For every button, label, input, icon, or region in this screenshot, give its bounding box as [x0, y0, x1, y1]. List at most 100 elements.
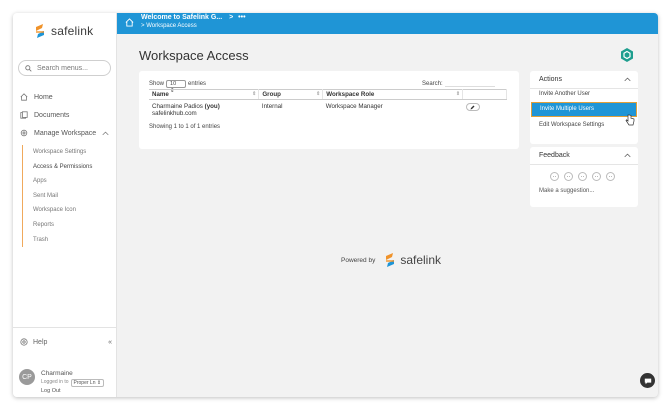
logged-in-label: Logged in to: [41, 379, 69, 385]
column-header-group[interactable]: Group ⇕: [258, 89, 324, 100]
table-search-label: Search:: [422, 80, 443, 87]
table-header-row: Name ⇕ Group ⇕ Workspace Role ⇕: [149, 89, 507, 100]
breadcrumb-workspace[interactable]: Welcome to Safelink G... > •••: [141, 14, 246, 21]
table-info: Showing 1 to 1 of 1 entries: [149, 124, 221, 130]
menu-search[interactable]: [18, 60, 111, 76]
sidebar-subitem-sent-mail[interactable]: Sent Mail: [23, 189, 92, 204]
cell-actions: [463, 100, 507, 121]
safelink-logo-icon: [36, 24, 44, 38]
face-very-happy-icon[interactable]: [606, 172, 615, 181]
help-row: Help «: [20, 338, 112, 346]
sidebar-subitem-apps[interactable]: Apps: [23, 174, 92, 189]
powered-by-brand: safelink: [400, 253, 442, 267]
rating-faces: [550, 172, 615, 181]
edit-user-button[interactable]: [465, 103, 480, 111]
face-sad-icon[interactable]: [564, 172, 573, 181]
face-very-sad-icon[interactable]: [550, 172, 559, 181]
breadcrumb-more[interactable]: •••: [238, 14, 245, 21]
sidebar-item-label: Home: [34, 93, 53, 101]
breadcrumb-separator: >: [141, 23, 145, 29]
user-panel: CP Charmaine Logged in to Proper Ln ⇕ Lo…: [19, 369, 105, 396]
home-icon: [20, 93, 28, 101]
user-email: safelinkhub.com: [152, 110, 197, 117]
sort-icon: ⇕: [455, 91, 461, 97]
sort-icon: ⇕: [252, 91, 257, 97]
column-header-role[interactable]: Workspace Role ⇕: [322, 89, 464, 100]
invite-multiple-users-link[interactable]: Invite Multiple Users: [531, 102, 637, 117]
help-icon: [20, 338, 28, 346]
pencil-icon: [470, 105, 475, 109]
table-search-input[interactable]: [444, 80, 495, 87]
sidebar-item-label: Documents: [34, 111, 70, 119]
app-window: safelink Home Documents Manage Workspace…: [13, 13, 658, 397]
sidebar-subitem-workspace-settings[interactable]: Workspace Settings: [23, 145, 92, 160]
sidebar-subitem-reports[interactable]: Reports: [23, 218, 92, 233]
manage-workspace-submenu: Workspace Settings Access & Permissions …: [22, 145, 92, 248]
search-input[interactable]: [37, 64, 107, 72]
actions-header[interactable]: Actions: [539, 76, 631, 83]
entries-label: entries: [188, 81, 207, 87]
cell-role: Workspace Manager: [323, 100, 463, 121]
documents-icon: [20, 111, 28, 119]
column-header-label: Group: [262, 91, 281, 98]
actions-title: Actions: [539, 76, 562, 83]
make-suggestion-link[interactable]: Make a suggestion...: [539, 188, 594, 194]
sidebar-item-home[interactable]: Home: [20, 93, 53, 101]
sidebar-divider: [13, 327, 116, 328]
user-name: Charmaine: [41, 370, 73, 377]
access-table: Name ⇕ Group ⇕ Workspace Role ⇕ Charmaine P…: [149, 89, 507, 120]
actions-card: Actions Invite Another User Invite Multi…: [530, 71, 638, 144]
feedback-header[interactable]: Feedback: [539, 152, 631, 159]
avatar[interactable]: CP: [19, 369, 35, 385]
powered-by: Powered by safelink: [341, 252, 441, 268]
brand-logo[interactable]: safelink: [33, 23, 93, 39]
sidebar-subitem-workspace-icon[interactable]: Workspace Icon: [23, 203, 92, 218]
table-search: Search:: [422, 80, 495, 87]
workspace-hex-icon[interactable]: [620, 47, 634, 63]
chevron-up-icon: [624, 153, 631, 158]
hand-cursor-icon: [625, 114, 635, 126]
safelink-logo-icon: [386, 253, 395, 267]
gear-icon: [20, 129, 28, 137]
user-info: Charmaine Logged in to Proper Ln ⇕ Log O…: [41, 369, 105, 396]
breadcrumb-current: > Workspace Access: [141, 23, 197, 29]
powered-by-label: Powered by: [341, 256, 376, 264]
edit-workspace-settings-link[interactable]: Edit Workspace Settings: [539, 122, 604, 128]
sort-icon: ⇕: [316, 91, 321, 97]
cell-name: Charmaine Padios (you) safelinkhub.com: [149, 100, 259, 121]
column-header-label: Workspace Role: [326, 91, 375, 98]
invite-another-user-link[interactable]: Invite Another User: [539, 91, 590, 97]
logged-in-row: Logged in to Proper Ln ⇕: [41, 378, 105, 387]
face-happy-icon[interactable]: [592, 172, 601, 181]
sidebar-subitem-trash[interactable]: Trash: [23, 233, 92, 248]
access-table-card: Show 10 ⇕ entries Search: Name ⇕ Group ⇕ W…: [139, 71, 519, 149]
sidebar-item-manage-workspace[interactable]: Manage Workspace: [20, 129, 109, 137]
home-icon[interactable]: [125, 18, 134, 27]
powered-by-logo: safelink: [383, 252, 441, 268]
column-header-name[interactable]: Name ⇕: [149, 89, 260, 100]
chevron-up-icon: [102, 131, 109, 135]
help-link[interactable]: Help: [20, 338, 47, 346]
project-select[interactable]: Proper Ln ⇕: [70, 378, 105, 387]
user-full-name: Charmaine Padios: [152, 103, 203, 110]
cell-group: Internal: [259, 100, 323, 121]
entries-select[interactable]: 10 ⇕: [166, 80, 187, 94]
collapse-sidebar-icon[interactable]: «: [108, 339, 112, 346]
chat-button[interactable]: [640, 373, 655, 388]
feedback-card: Feedback Make a suggestion...: [530, 147, 638, 207]
role-value: Workspace Manager: [325, 103, 383, 110]
entries-select-value: 10: [170, 81, 177, 87]
sidebar-item-documents[interactable]: Documents: [20, 111, 69, 119]
show-entries: Show 10 ⇕ entries: [149, 80, 207, 94]
breadcrumb-current-label: Workspace Access: [146, 23, 197, 29]
project-select-value: Proper Ln: [73, 379, 96, 386]
page-title: Workspace Access: [139, 48, 249, 63]
divider: [530, 164, 638, 165]
face-neutral-icon[interactable]: [578, 172, 587, 181]
column-header-actions: [462, 89, 507, 100]
sidebar-subitem-access-permissions[interactable]: Access & Permissions: [23, 160, 92, 175]
you-tag: (you): [204, 103, 220, 110]
sidebar-item-label: Manage Workspace: [34, 129, 97, 137]
logout-link[interactable]: Log Out: [41, 387, 104, 396]
search-icon: [25, 64, 32, 72]
